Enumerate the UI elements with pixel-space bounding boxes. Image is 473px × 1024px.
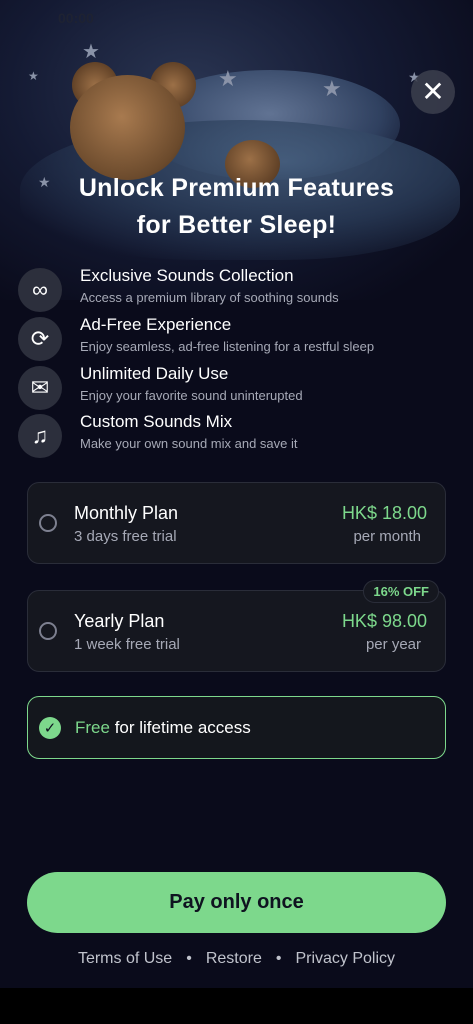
restore-link[interactable]: Restore: [206, 950, 262, 967]
mail-icon: ✉: [18, 366, 62, 410]
title-line-2: for Better Sleep!: [136, 211, 337, 239]
close-icon: ✕: [421, 76, 445, 107]
star-icon: ★: [218, 66, 238, 91]
check-icon: ✓: [39, 717, 61, 739]
feature-description: Enjoy your favorite sound uninterupted: [80, 388, 303, 403]
status-time: 00:00: [58, 10, 94, 26]
free-option-label: Free for lifetime access: [75, 718, 251, 738]
plan-name: Yearly Plan: [74, 611, 165, 631]
plan-period: per month: [353, 528, 421, 545]
hero-illustration: ★ ★ ★ ★ ★ ★: [0, 0, 473, 300]
plan-trial: 1 week free trial: [74, 636, 180, 653]
plan-price: HK$ 98.00: [341, 611, 427, 631]
infinity-icon: ∞: [18, 268, 62, 312]
plan-price: HK$ 18.00: [341, 503, 427, 523]
lifetime-free-option[interactable]: ✓ Free for lifetime access: [27, 696, 446, 759]
plan-trial: 3 days free trial: [74, 528, 177, 545]
refresh-icon: ⟳: [18, 317, 62, 361]
separator: •: [275, 950, 282, 967]
teddy-bear-icon: [70, 75, 185, 180]
title-line-1: Unlock Premium Features: [78, 174, 395, 202]
feature-description: Access a premium library of soothing sou…: [80, 290, 339, 305]
separator: •: [186, 950, 192, 967]
status-bar: 00:00: [0, 0, 473, 40]
privacy-link[interactable]: Privacy Policy: [295, 950, 395, 967]
feature-title: Ad-Free Experience: [80, 315, 232, 334]
free-rest: for lifetime access: [109, 718, 251, 737]
discount-badge: 16% OFF: [363, 580, 439, 603]
feature-title: Custom Sounds Mix: [80, 412, 233, 431]
feature-item: ∞ Exclusive Sounds Collection Access a p…: [18, 266, 458, 312]
terms-link[interactable]: Terms of Use: [78, 950, 172, 967]
feature-title: Exclusive Sounds Collection: [80, 266, 294, 285]
page-title: Unlock Premium Features for Better Sleep…: [0, 170, 473, 244]
feature-description: Make your own sound mix and save it: [80, 436, 298, 451]
radio-button[interactable]: [39, 514, 57, 532]
radio-button[interactable]: [39, 622, 57, 640]
free-highlight: Free: [75, 718, 110, 737]
navigation-bar: [0, 988, 473, 1024]
plan-name: Monthly Plan: [74, 503, 179, 523]
star-icon: ★: [82, 41, 100, 63]
plan-period: per year: [365, 636, 421, 653]
feature-item: ⟳ Ad-Free Experience Enjoy seamless, ad-…: [18, 315, 458, 361]
close-button[interactable]: ✕: [411, 70, 455, 114]
feature-item: ♫ Custom Sounds Mix Make your own sound …: [18, 412, 458, 458]
music-plus-icon: ♫: [18, 414, 62, 458]
feature-item: ✉ Unlimited Daily Use Enjoy your favorit…: [18, 364, 458, 410]
feature-title: Unlimited Daily Use: [80, 364, 229, 383]
feature-description: Enjoy seamless, ad-free listening for a …: [80, 339, 375, 354]
yearly-plan-option[interactable]: 16% OFF Yearly Plan 1 week free trial HK…: [27, 580, 446, 672]
monthly-plan-option[interactable]: Monthly Plan 3 days free trial HK$ 18.00…: [27, 482, 446, 564]
footer-links: Terms of Use • Restore • Privacy Policy: [0, 950, 473, 968]
pay-button[interactable]: Pay only once: [27, 872, 446, 933]
star-icon: ★: [322, 76, 342, 101]
star-icon: ★: [28, 69, 39, 83]
